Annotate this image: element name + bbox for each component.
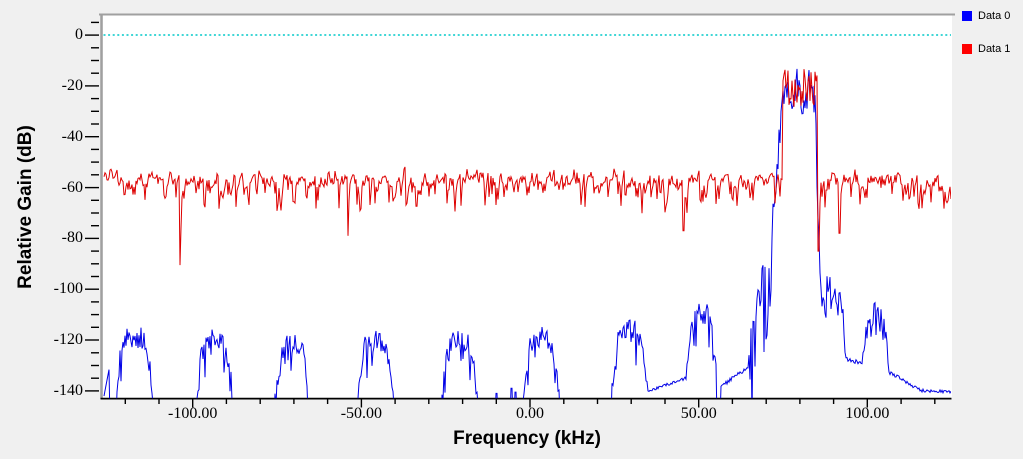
y-tick-label: -100 [53, 280, 83, 298]
y-tick-label: -140 [53, 381, 83, 399]
y-tick-label: -80 [61, 229, 83, 247]
y-tick-label: -40 [61, 127, 83, 145]
data1-color-swatch [962, 44, 972, 54]
x-tick-label: -50.00 [340, 405, 383, 422]
y-tick-label: -20 [61, 76, 83, 94]
legend-item-data0: Data 0 [962, 10, 1010, 22]
x-tick-label: -100.00 [168, 405, 218, 422]
legend-item-data1: Data 1 [962, 43, 1010, 55]
data1-legend-label: Data 1 [978, 43, 1011, 55]
data0-color-swatch [962, 11, 972, 21]
legend: Data 0 Data 1 [962, 10, 1010, 76]
y-tick-label: 0 [75, 26, 83, 44]
x-tick-label: 0.00 [516, 405, 545, 422]
spectrum-graph: Relative Gain (dB) Frequency (kHz) 0 -20 -… [0, 0, 1023, 459]
data0-legend-label: Data 0 [978, 10, 1011, 22]
x-tick-label: 50.00 [680, 405, 717, 422]
x-axis-title: Frequency (kHz) [453, 428, 601, 449]
x-tick-label: 100.00 [845, 405, 890, 422]
y-axis-title: Relative Gain (dB) [15, 125, 36, 289]
y-tick-label: -120 [53, 331, 83, 349]
y-tick-label: -60 [61, 178, 83, 196]
plot-area [85, 13, 955, 408]
